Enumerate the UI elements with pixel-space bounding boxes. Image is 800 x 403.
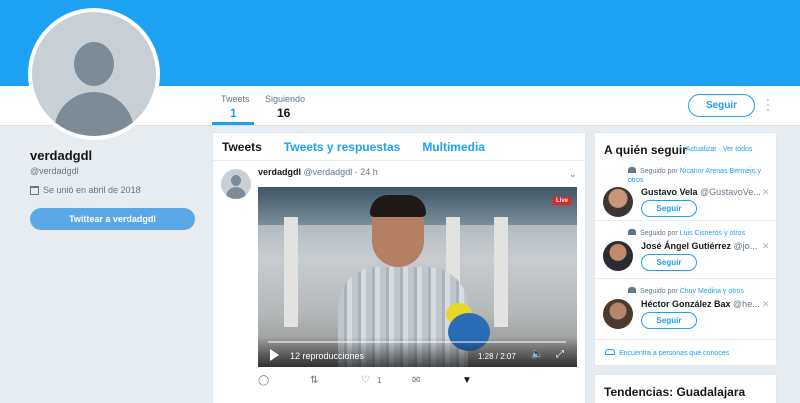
video-progress-bar[interactable] (268, 341, 566, 343)
tweet-to-button[interactable]: Twittear a verdadgdl (30, 208, 195, 230)
people-icon (628, 167, 636, 173)
suggestion-item: Seguido por Nicanor Arenas Bermejo y otr… (595, 167, 778, 227)
joined-date-text: Se unió en abril de 2018 (43, 185, 141, 195)
suggestion-item: Seguido por Luis Cisneros y otros José Á… (595, 229, 778, 289)
dismiss-icon[interactable]: ✕ (762, 187, 770, 198)
tab-tweets[interactable]: Tweets (222, 140, 262, 154)
active-tab-indicator (212, 122, 254, 125)
who-to-follow-title: A quién seguir (604, 143, 687, 157)
video-time: 1:28 / 2:07 (478, 352, 516, 361)
reply-icon[interactable]: ◯ (258, 375, 269, 386)
play-icon[interactable] (270, 349, 279, 361)
stat-following-value: 16 (277, 106, 291, 120)
suggestion-avatar[interactable] (603, 187, 633, 217)
profile-avatar[interactable] (28, 8, 160, 140)
video-view-count: 12 reproducciones (290, 351, 365, 361)
find-people-link[interactable]: Encuentra a personas que conoces (605, 349, 729, 357)
suggestion-name[interactable]: José Ángel Gutiérrez @jo... (641, 241, 757, 251)
who-to-follow-panel: A quién seguir · Actualizar · Ver todos … (594, 132, 778, 366)
volume-icon[interactable]: 🔈 (531, 349, 543, 360)
tweet-author-handle[interactable]: @verdadgdl (304, 167, 353, 177)
timeline-tabs: Tweets Tweets y respuestas Multimedia (213, 133, 585, 161)
profile-card: verdadgdl @verdadgdl Se unió en abril de… (30, 148, 200, 195)
fullscreen-icon[interactable]: ⤢ (556, 349, 564, 360)
suggestion-avatar[interactable] (603, 299, 633, 329)
tweet-actions: ◯ ⇅ ♡ 1 ✉ ▼ (258, 375, 528, 389)
follow-suggestion-button[interactable]: Seguir (641, 312, 697, 329)
like-icon[interactable]: ♡ (361, 375, 370, 386)
suggestion-item: Seguido por Chuy Medina y otros Héctor G… (595, 287, 778, 347)
follow-button[interactable]: Seguir (688, 94, 755, 117)
stat-tweets-value: 1 (230, 106, 237, 120)
follow-suggestion-button[interactable]: Seguir (641, 254, 697, 271)
live-badge: Live (552, 197, 571, 205)
who-to-follow-links[interactable]: · Actualizar · Ver todos (682, 146, 752, 153)
trends-panel: Tendencias: Guadalajara (594, 374, 777, 403)
retweet-icon[interactable]: ⇅ (310, 375, 318, 386)
people-icon (605, 349, 615, 355)
dismiss-icon[interactable]: ✕ (762, 241, 770, 252)
dismiss-icon[interactable]: ✕ (762, 299, 770, 310)
follow-suggestion-button[interactable]: Seguir (641, 200, 697, 217)
tweet-header: verdadgdl @verdadgdl · 24 h (258, 167, 378, 177)
calendar-icon (30, 185, 39, 195)
more-options-icon[interactable]: · · · (764, 95, 772, 116)
suggestion-context: Seguido por Luis Cisneros y otros (628, 229, 768, 238)
trends-title: Tendencias: Guadalajara (604, 385, 746, 399)
tweet-avatar[interactable] (221, 169, 251, 199)
tweet-video[interactable]: Live 12 reproducciones 1:28 / 2:07 🔈 ⤢ (258, 187, 577, 367)
suggestion-name[interactable]: Héctor González Bax @he... (641, 299, 760, 309)
profile-handle[interactable]: @verdadgdl (30, 166, 200, 176)
suggestion-context: Seguido por Nicanor Arenas Bermejo y otr… (628, 167, 762, 184)
timeline: Tweets Tweets y respuestas Multimedia ve… (212, 132, 586, 403)
suggestion-avatar[interactable] (603, 241, 633, 271)
profile-name[interactable]: verdadgdl (30, 148, 200, 163)
default-avatar-icon (32, 12, 156, 136)
tweet-timestamp[interactable]: · 24 h (355, 167, 378, 177)
stat-tweets[interactable]: Tweets 1 (221, 94, 250, 120)
stat-tweets-label: Tweets (221, 94, 250, 104)
direct-message-icon[interactable]: ✉ (412, 375, 420, 386)
bookmark-icon[interactable]: ▼ (462, 375, 472, 386)
suggestion-name[interactable]: Gustavo Vela @GustavoVe... (641, 187, 761, 197)
people-icon (628, 287, 636, 293)
stat-following[interactable]: Siguiendo 16 (265, 94, 305, 120)
suggestion-context: Seguido por Chuy Medina y otros (628, 287, 768, 296)
tab-media[interactable]: Multimedia (422, 140, 485, 154)
people-icon (628, 229, 636, 235)
like-count: 1 (377, 376, 382, 385)
tab-tweets-and-replies[interactable]: Tweets y respuestas (284, 140, 401, 154)
joined-date: Se unió en abril de 2018 (30, 185, 200, 195)
chevron-down-icon[interactable]: ⌄ (569, 169, 577, 180)
stat-following-label: Siguiendo (265, 94, 306, 104)
tweet-author-name[interactable]: verdadgdl (258, 167, 301, 177)
